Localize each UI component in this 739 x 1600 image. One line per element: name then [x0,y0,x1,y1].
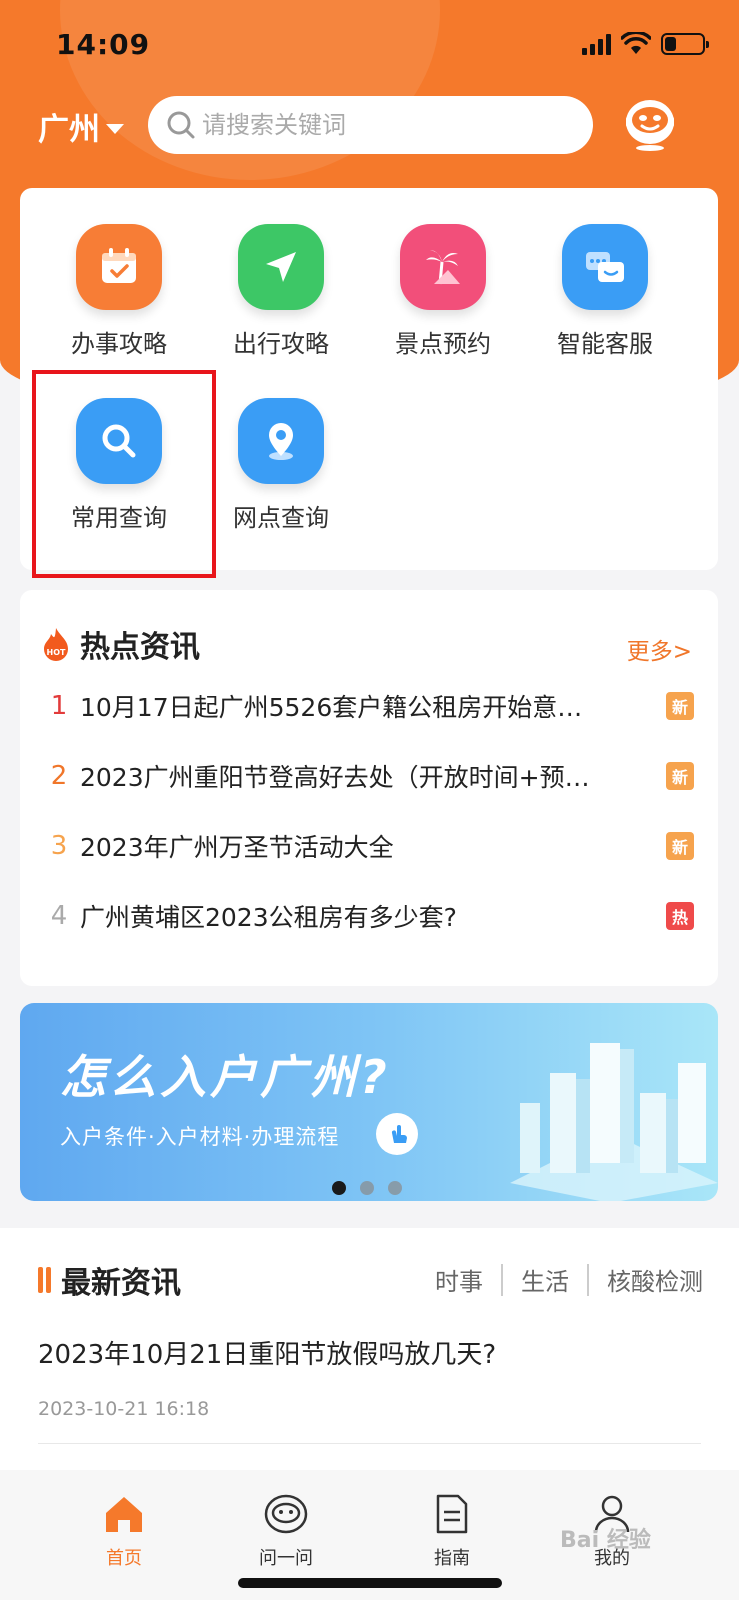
caret-down-icon [106,123,124,134]
service-label: 办事攻略 [71,330,167,358]
tab-life[interactable]: 生活 [521,1262,569,1297]
search-bar[interactable] [148,96,593,154]
service-item[interactable]: 办事攻略 [44,224,194,384]
document-icon [436,1494,468,1534]
navigation-icon [238,224,324,310]
service-item[interactable]: 出行攻略 [206,224,356,384]
search-icon [76,398,162,484]
section-marker-icon [38,1267,51,1293]
divider [38,1443,701,1444]
latest-news-section: 最新资讯 时事 生活 核酸检测 2023年10月21日重阳节放假吗放几天? 20… [0,1228,739,1470]
new-badge: 新 [666,692,694,720]
cellular-signal-icon [582,33,611,55]
news-text: 2023广州重阳节登高好去处（开放时间+预… [80,763,590,792]
city-selector[interactable]: 广州 [38,104,124,149]
news-item[interactable]: 2 2023广州重阳节登高好去处（开放时间+预… 新 [44,756,694,796]
fire-icon: HOT [44,628,68,661]
new-badge: 新 [666,762,694,790]
robot-assistant-icon[interactable] [618,90,682,154]
wifi-icon [621,32,651,54]
news-rank: 4 [50,901,68,931]
service-item[interactable]: 景点预约 [368,224,518,384]
tab-label: 指南 [434,1548,470,1569]
news-text: 10月17日起广州5526套户籍公租房开始意… [80,693,583,722]
robot-icon [264,1494,308,1534]
carousel-dots [332,1181,402,1195]
banner-title: 怎么入户广州? [60,1050,391,1104]
service-item[interactable]: 网点查询 [206,398,356,558]
status-bar: 14:09 [0,0,739,90]
news-text: 广州黄埔区2023公租房有多少套? [80,903,457,932]
service-label: 景点预约 [395,330,491,358]
hot-news-card: HOT 热点资讯 更多> 1 10月17日起广州5526套户籍公租房开始意… 新… [20,590,718,986]
tab-current-affairs[interactable]: 时事 [435,1262,483,1297]
service-item[interactable]: 常用查询 [44,398,194,558]
news-rank: 1 [50,691,68,721]
new-badge: 新 [666,832,694,860]
carousel-dot[interactable] [360,1181,374,1195]
hot-badge: 热 [666,902,694,930]
location-pin-icon [238,398,324,484]
battery-icon [661,33,709,55]
tab-guide[interactable]: 指南 [392,1492,512,1570]
service-item[interactable]: 智能客服 [530,224,680,384]
article-timestamp: 2023-10-21 16:18 [38,1398,210,1420]
search-input[interactable] [202,111,562,139]
city-buildings-illustration [510,1043,718,1201]
news-item[interactable]: 4 广州黄埔区2023公租房有多少套? 热 [44,896,694,936]
tap-hand-icon[interactable] [376,1113,418,1155]
hot-news-title: 热点资讯 [80,630,200,665]
carousel-dot[interactable] [388,1181,402,1195]
city-label: 广州 [38,112,100,148]
home-icon [106,1497,142,1532]
tab-nucleic-test[interactable]: 核酸检测 [607,1262,703,1297]
status-time: 14:09 [56,28,151,61]
more-link[interactable]: 更多> [627,632,692,666]
promo-banner[interactable]: 怎么入户广州? 入户条件·入户材料·办理流程 [20,1003,718,1201]
service-label: 智能客服 [557,330,653,358]
news-text: 2023年广州万圣节活动大全 [80,833,394,862]
services-card: 办事攻略 出行攻略 景点预约 智能客服 常用查询 网点查询 [20,188,718,570]
calendar-icon [76,224,162,310]
tab-label: 首页 [106,1548,142,1569]
tab-home[interactable]: 首页 [64,1492,184,1570]
tab-label: 问一问 [259,1548,313,1569]
carousel-dot[interactable] [332,1181,346,1195]
watermark: Bai 经验 [560,1528,651,1553]
service-label: 出行攻略 [233,330,329,358]
tab-ask[interactable]: 问一问 [226,1492,346,1570]
tab-divider [501,1263,503,1296]
search-icon [167,111,195,139]
palm-tree-icon [400,224,486,310]
news-item[interactable]: 3 2023年广州万圣节活动大全 新 [44,826,694,866]
article-title[interactable]: 2023年10月21日重阳节放假吗放几天? [38,1334,496,1371]
service-label: 常用查询 [71,504,167,532]
banner-subtitle: 入户条件·入户材料·办理流程 [60,1125,340,1149]
news-rank: 3 [50,831,68,861]
news-item[interactable]: 1 10月17日起广州5526套户籍公租房开始意… 新 [44,686,694,726]
service-label: 网点查询 [233,504,329,532]
chat-icon [562,224,648,310]
latest-news-title: 最新资讯 [61,1266,181,1301]
news-rank: 2 [50,761,68,791]
tab-divider [587,1263,589,1296]
home-indicator[interactable] [238,1578,502,1588]
svg-text:HOT: HOT [47,648,66,657]
